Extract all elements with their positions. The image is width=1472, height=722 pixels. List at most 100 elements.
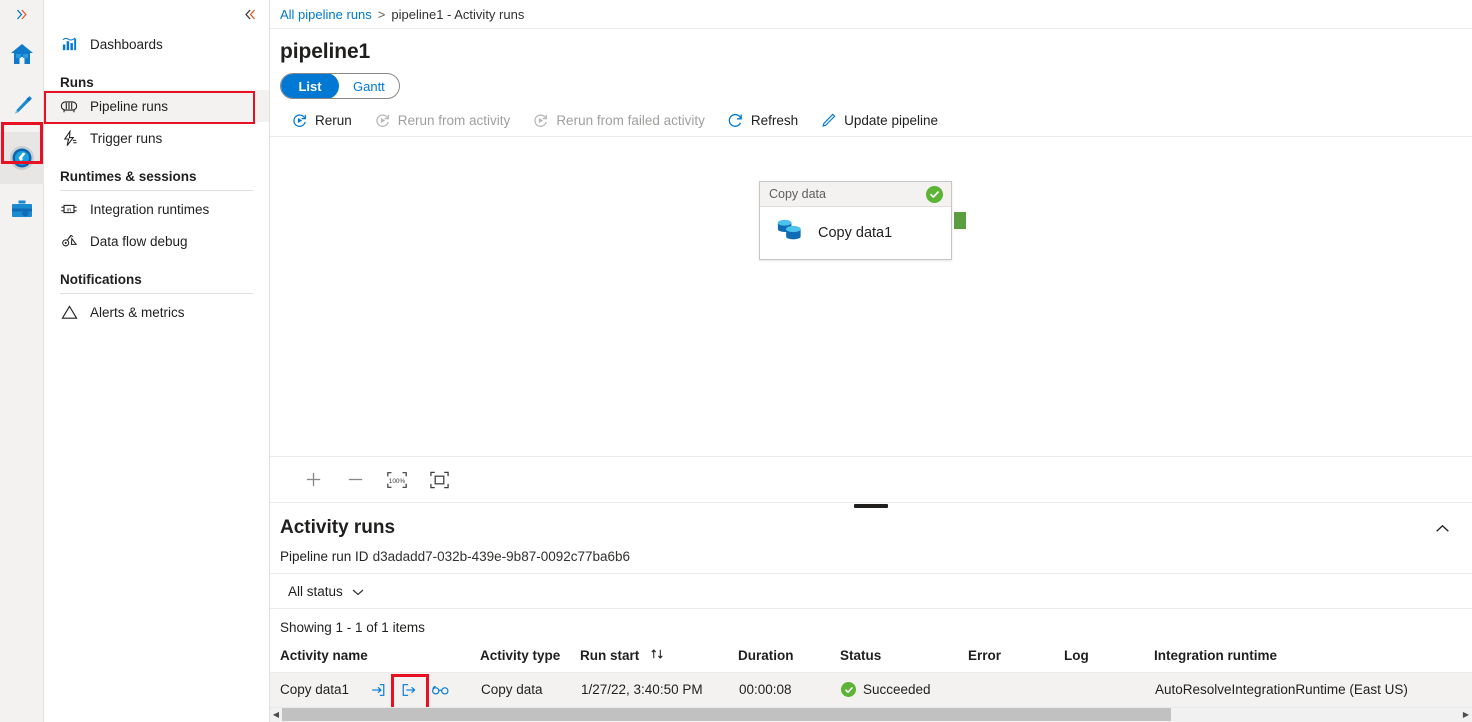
svg-text:IR: IR [67,207,72,213]
breadcrumb-all-pipeline-runs[interactable]: All pipeline runs [280,7,372,22]
column-error[interactable]: Error [968,644,1064,673]
scrollbar-track[interactable] [282,707,1460,722]
sidebar-item-label: Dashboards [90,37,163,52]
column-activity-type[interactable]: Activity type [480,644,580,673]
status-filter-bar: All status [270,573,1472,609]
details-glasses-icon[interactable] [427,678,453,702]
zoom-to-100-button[interactable]: 100% [376,463,418,497]
sidebar-item-alerts-metrics[interactable]: Alerts & metrics [44,296,269,328]
sidebar-divider-1 [60,190,253,191]
chevron-down-icon [352,584,364,599]
sidebar-group-runtimes: Runtimes & sessions [44,154,269,184]
pipeline-canvas[interactable]: Copy data [270,137,1472,457]
zoom-out-button[interactable] [334,463,376,497]
rail-item-home[interactable] [0,28,44,80]
left-icon-rail [0,0,44,722]
column-status[interactable]: Status [840,644,968,673]
sidebar-item-pipeline-runs[interactable]: Pipeline runs [44,90,269,122]
showing-count: Showing 1 - 1 of 1 items [270,609,1472,635]
node-body: Copy data1 [760,207,951,259]
dashboard-icon [60,35,78,53]
column-activity-name[interactable]: Activity name [270,644,480,673]
all-status-label: All status [288,584,343,599]
sidebar-item-integration-runtimes[interactable]: IR Integration runtimes [44,193,269,225]
node-header: Copy data [760,182,951,207]
rerun-from-activity-label: Rerun from activity [398,113,511,128]
data-flow-debug-icon [60,232,78,250]
rail-item-monitor[interactable] [0,132,44,184]
tab-gantt[interactable]: Gantt [339,73,399,99]
rerun-from-activity-button[interactable]: Rerun from activity [363,105,522,137]
sidebar-collapse-button[interactable] [44,0,269,28]
pencil-icon [9,93,35,119]
rerun-from-failed-icon [532,112,549,129]
breadcrumb-separator: > [378,7,386,22]
cell-log [1064,673,1154,707]
sidebar-item-label: Data flow debug [90,234,188,249]
pipeline-run-id-row: Pipeline run IDd3adadd7-032b-439e-9b87-0… [270,540,1472,564]
canvas-activity-node[interactable]: Copy data [759,181,952,260]
view-toggle-row: List Gantt [270,64,1472,99]
tab-list[interactable]: List [281,73,339,99]
refresh-label: Refresh [751,113,798,128]
sidebar-item-dashboards[interactable]: Dashboards [44,28,269,60]
table-row[interactable]: Copy data1 [270,673,1472,707]
toolbox-icon [9,197,35,223]
update-pipeline-label: Update pipeline [844,113,938,128]
cell-run-start: 1/27/22, 3:40:50 PM [580,673,738,707]
rerun-from-activity-icon [374,112,391,129]
cell-activity-type: Copy data [480,673,580,707]
sidebar-item-trigger-runs[interactable]: Trigger runs [44,122,269,154]
cell-status: Succeeded [840,673,968,707]
column-log[interactable]: Log [1064,644,1154,673]
sidebar-item-label: Integration runtimes [90,202,209,217]
rerun-from-failed-activity-button[interactable]: Rerun from failed activity [521,105,716,137]
zoom-in-button[interactable] [292,463,334,497]
zoom-100-icon: 100% [386,470,408,490]
rerun-button[interactable]: Rerun [280,105,363,137]
success-check-icon [841,682,856,697]
cell-integration-runtime: AutoResolveIntegrationRuntime (East US) [1154,673,1472,707]
all-status-filter[interactable]: All status [280,580,372,603]
panel-drag-handle[interactable] [854,504,888,508]
column-run-start[interactable]: Run start [580,644,738,673]
chevron-up-icon[interactable] [1429,517,1456,540]
refresh-button[interactable]: Refresh [716,105,809,137]
success-check-icon [926,186,943,203]
view-toggle: List Gantt [280,73,400,99]
output-icon[interactable] [396,678,422,702]
trigger-runs-icon [60,129,78,147]
activity-runs-header: Activity runs [270,503,1472,540]
column-duration[interactable]: Duration [738,644,840,673]
input-icon[interactable] [365,678,391,702]
page-title: pipeline1 [270,29,1472,64]
scroll-left-arrow[interactable]: ◀ [270,707,282,722]
cell-error [968,673,1064,707]
sidebar-nav: Dashboards Runs Pipeline runs [44,0,270,722]
rail-item-author[interactable] [0,80,44,132]
activity-runs-table: Activity name Activity type Run start [270,644,1472,707]
breadcrumb-current: pipeline1 - Activity runs [391,7,524,22]
node-output-port[interactable] [954,212,966,229]
column-integration-runtime[interactable]: Integration runtime [1154,644,1472,673]
home-icon [9,41,35,67]
scroll-right-arrow[interactable]: ▶ [1460,707,1472,722]
scrollbar-thumb[interactable] [282,708,1171,721]
horizontal-scrollbar[interactable]: ◀ ▶ [270,707,1472,722]
copy-data-icon [774,216,805,251]
integration-runtime-icon: IR [60,200,78,218]
rail-item-manage[interactable] [0,184,44,236]
column-run-start-label: Run start [580,648,639,663]
chevron-double-left-icon [244,8,257,21]
fit-to-screen-button[interactable] [418,463,460,497]
rail-expand-button[interactable] [0,0,44,28]
sidebar-item-data-flow-debug[interactable]: Data flow debug [44,225,269,257]
sidebar-divider-2 [60,293,253,294]
main-content: All pipeline runs > pipeline1 - Activity… [270,0,1472,722]
breadcrumb: All pipeline runs > pipeline1 - Activity… [270,0,1472,29]
pencil-edit-icon [820,112,837,129]
update-pipeline-button[interactable]: Update pipeline [809,105,949,137]
chevron-double-right-icon [15,8,28,21]
cell-activity-name: Copy data1 [270,673,480,707]
pipeline-run-id-value: d3adadd7-032b-439e-9b87-0092c77ba6b6 [373,549,630,564]
